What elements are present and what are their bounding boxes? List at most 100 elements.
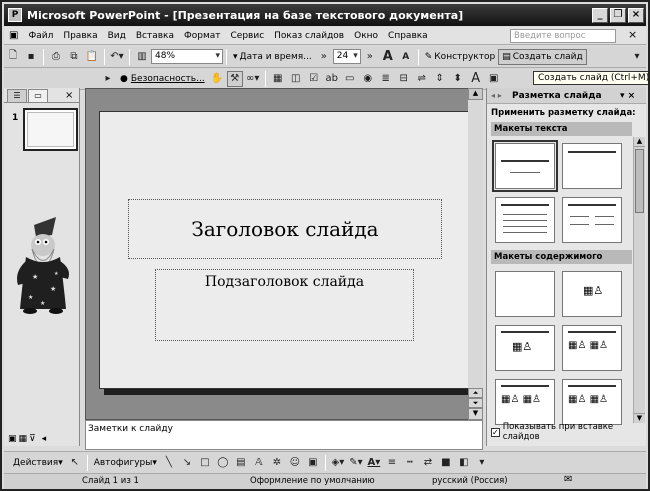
toolbar-options-icon[interactable]: ▾ (629, 49, 645, 65)
task-pane-nav-icon[interactable]: ◂ ▸ (487, 91, 509, 100)
scrollbar-control-icon[interactable]: ⬍ (450, 71, 466, 87)
layout-four-content[interactable]: ▦♙ ▦♙ (562, 379, 622, 425)
fill-color-icon[interactable]: ◈▾ (330, 455, 346, 471)
designer-button[interactable]: ✎ Конструктор (422, 49, 498, 65)
new-document-icon[interactable]: 🗋 (5, 49, 21, 65)
toolbar-grip-icon[interactable]: ▸ (100, 71, 116, 87)
scroll-down-icon[interactable]: ▼ (468, 408, 483, 420)
oval-tool-icon[interactable]: ◯ (215, 455, 231, 471)
view-code-icon[interactable]: ◫ (288, 71, 304, 87)
checkbox-checked-icon[interactable]: ✓ (491, 427, 500, 437)
menu-edit[interactable]: Правка (58, 31, 102, 41)
insert-chart-icon[interactable]: ▥ (134, 49, 150, 65)
show-on-insert-checkbox[interactable]: ✓ Показывать при вставке слайдов (491, 422, 646, 442)
grow-font-icon[interactable]: A (380, 49, 396, 65)
layout-blank[interactable] (495, 271, 555, 317)
image-control-icon[interactable]: ▣ (486, 71, 502, 87)
restore-button[interactable]: ❐ (610, 7, 626, 23)
menu-window[interactable]: Окно (349, 31, 383, 41)
zoom-dropdown[interactable]: 48% (151, 49, 223, 64)
menu-file[interactable]: Файл (23, 31, 58, 41)
save-icon[interactable]: ▪ (23, 49, 39, 65)
wordart-tool-icon[interactable]: 𝔸 (251, 455, 267, 471)
spin-control-icon[interactable]: ⇕ (432, 71, 448, 87)
actions-menu-button[interactable]: Действия ▾ (10, 455, 66, 471)
diagram-tool-icon[interactable]: ✲ (269, 455, 285, 471)
autoshapes-menu-button[interactable]: Автофигуры ▾ (91, 455, 160, 471)
tab-outline[interactable]: ☰ (7, 89, 27, 102)
next-slide-icon[interactable]: ⏷ (468, 398, 483, 408)
textbox-control-icon[interactable]: ab (324, 71, 340, 87)
layout-two-column-text[interactable] (562, 197, 622, 243)
select-pointer-icon[interactable]: ↖ (67, 455, 83, 471)
paste-icon[interactable]: 📋 (84, 49, 100, 65)
print-icon[interactable]: ⎙ (48, 49, 64, 65)
slide-thumbnail[interactable] (23, 108, 78, 151)
line-style-icon[interactable]: ≡ (384, 455, 400, 471)
slide-vertical-scrollbar[interactable]: ▲ ⏶ ⏷ ▼ (468, 88, 483, 420)
menu-tools[interactable]: Сервис (226, 31, 270, 41)
toolbar-overflow-icon[interactable]: » (362, 49, 378, 65)
scroll-left-icon[interactable]: ◂ (42, 434, 47, 444)
layout-title-two-content[interactable]: ▦♙ ▦♙ (562, 325, 622, 371)
office-assistant-wizard-icon[interactable]: ★ ★ ★ ★ ★ (12, 217, 74, 317)
layout-title-content-extra[interactable]: ▦♙ ▦♙ (495, 379, 555, 425)
textbox-tool-icon[interactable]: ▤ (233, 455, 249, 471)
layout-title-text[interactable] (495, 197, 555, 243)
3d-style-icon[interactable]: ◧ (456, 455, 472, 471)
menu-help[interactable]: Справка (383, 31, 433, 41)
clipart-tool-icon[interactable]: ☺ (287, 455, 303, 471)
properties-icon[interactable]: ▦ (270, 71, 286, 87)
subtitle-placeholder[interactable]: Подзаголовок слайда (155, 269, 414, 341)
task-pane-controls-icon[interactable]: ▾ × (620, 91, 646, 101)
link-icon[interactable]: ∞▾ (245, 71, 261, 87)
layout-content[interactable]: ▦♙ (562, 271, 622, 317)
menu-slideshow[interactable]: Показ слайдов (269, 31, 349, 41)
help-question-input[interactable]: Введите вопрос (510, 29, 616, 43)
powerpoint-app-icon[interactable]: P (8, 8, 22, 22)
shrink-font-icon[interactable]: A (398, 49, 414, 65)
normal-view-icon[interactable]: ▣ (8, 434, 17, 444)
menu-view[interactable]: Вид (103, 31, 131, 41)
arrow-style-icon[interactable]: ⇄ (420, 455, 436, 471)
radio-control-icon[interactable]: ◉ (360, 71, 376, 87)
minimize-button[interactable]: _ (592, 7, 608, 23)
new-slide-button[interactable]: ▤ Создать слайд (498, 48, 587, 65)
menu-format[interactable]: Формат (179, 31, 226, 41)
button-control-icon[interactable]: ▭ (342, 71, 358, 87)
title-placeholder[interactable]: Заголовок слайда (128, 199, 442, 259)
close-window-button[interactable]: × (628, 7, 644, 23)
scroll-up-icon[interactable]: ▲ (468, 88, 483, 100)
combobox-control-icon[interactable]: ⊟ (396, 71, 412, 87)
arrow-tool-icon[interactable]: ↘ (179, 455, 195, 471)
task-pane-scrollbar[interactable]: ▲ ▼ (633, 137, 645, 423)
close-pane-icon[interactable]: × (65, 89, 73, 102)
tools-icon[interactable]: ⚒ (226, 70, 243, 87)
shadow-icon[interactable]: ■ (438, 455, 454, 471)
layout-title-slide[interactable] (492, 140, 558, 192)
rectangle-tool-icon[interactable]: □ (197, 455, 213, 471)
slideshow-view-icon[interactable]: ⊽ (29, 434, 36, 444)
checkbox-control-icon[interactable]: ☑ (306, 71, 322, 87)
listbox-control-icon[interactable]: ≣ (378, 71, 394, 87)
datetime-button[interactable]: ▾ Дата и время... (230, 49, 315, 65)
document-icon[interactable]: ▣ (4, 30, 23, 41)
spelling-status-icon[interactable]: ✉ (564, 474, 572, 485)
line-tool-icon[interactable]: ╲ (161, 455, 177, 471)
notes-area[interactable]: Заметки к слайду (85, 420, 483, 450)
font-color-icon[interactable]: A▾ (366, 455, 382, 471)
slide-canvas[interactable]: Заголовок слайда Подзаголовок слайда (99, 111, 469, 389)
tab-slides[interactable]: ▭ (28, 89, 48, 102)
prev-slide-icon[interactable]: ⏶ (468, 388, 483, 398)
sorter-view-icon[interactable]: ▦ (19, 434, 28, 444)
toolbar-overflow-icon[interactable]: » (316, 49, 332, 65)
scroll-thumb[interactable] (635, 149, 644, 213)
copy-icon[interactable]: ⧉ (66, 49, 82, 65)
undo-icon[interactable]: ↶▾ (109, 49, 125, 65)
security-button[interactable]: ● Безопасность... (117, 71, 208, 87)
toolbar-options-icon[interactable]: ▾ (474, 455, 490, 471)
dash-style-icon[interactable]: ┅ (402, 455, 418, 471)
close-document-button[interactable]: × (628, 28, 637, 41)
menu-insert[interactable]: Вставка (131, 31, 179, 41)
picture-tool-icon[interactable]: ▣ (305, 455, 321, 471)
